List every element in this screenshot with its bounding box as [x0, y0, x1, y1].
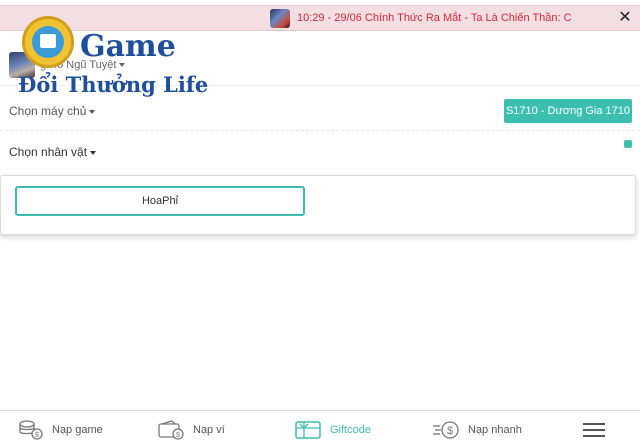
chevron-down-icon — [119, 63, 126, 68]
server-select-row: Chọn máy chủ S1710 - Dương Gia 1710 — [0, 95, 640, 131]
game-select-row: g Hồ Ngũ Tuyệt — [0, 46, 640, 86]
wallet-icon: $ — [157, 419, 185, 441]
chevron-down-icon — [90, 150, 97, 155]
character-select[interactable]: Chọn nhân vật — [9, 145, 97, 159]
nav-label: Giftcode — [330, 424, 371, 436]
bottom-nav: $ Nạp game $ Nạp ví Giftcode $ Nạp nhanh — [0, 410, 640, 448]
status-dot — [624, 140, 632, 148]
notification-bar: 10:29 - 29/06 Chính Thức Ra Mắt - Ta Là … — [0, 5, 640, 31]
nav-item-nap-vi[interactable]: $ Nạp ví — [157, 411, 225, 448]
character-select-row: Chọn nhân vật — [0, 136, 640, 172]
svg-text:$: $ — [447, 425, 453, 437]
game-avatar — [9, 52, 35, 78]
svg-text:$: $ — [176, 432, 180, 439]
coins-icon: $ — [16, 419, 44, 441]
character-select-label: Chọn nhân vật — [9, 145, 88, 159]
chevron-down-icon — [89, 109, 96, 114]
server-select-label: Chọn máy chủ — [9, 104, 87, 118]
nav-label: Nạp ví — [193, 424, 225, 436]
hamburger-menu-icon[interactable] — [581, 420, 607, 440]
game-select[interactable]: g Hồ Ngũ Tuyệt — [40, 59, 126, 71]
game-select-label: g Hồ Ngũ Tuyệt — [40, 59, 117, 71]
server-select[interactable]: Chọn máy chủ — [9, 104, 96, 118]
character-dropdown: HoaPhỉ — [0, 175, 636, 235]
nav-label: Nạp game — [52, 424, 103, 436]
svg-text:$: $ — [35, 432, 39, 439]
nav-item-nap-nhanh[interactable]: $ Nạp nhanh — [432, 411, 522, 448]
giftcode-icon — [294, 419, 322, 441]
fast-pay-icon: $ — [432, 419, 460, 441]
nav-label: Nạp nhanh — [468, 424, 522, 436]
close-icon[interactable]: ✕ — [615, 8, 635, 28]
nav-item-giftcode[interactable]: Giftcode — [294, 411, 371, 448]
nav-item-nap-game[interactable]: $ Nạp game — [16, 411, 103, 448]
character-option[interactable]: HoaPhỉ — [15, 186, 305, 216]
selected-server-badge[interactable]: S1710 - Dương Gia 1710 — [504, 99, 632, 123]
game-thumbnail-icon — [270, 9, 290, 28]
notification-text[interactable]: 10:29 - 29/06 Chính Thức Ra Mắt - Ta Là … — [297, 12, 572, 24]
